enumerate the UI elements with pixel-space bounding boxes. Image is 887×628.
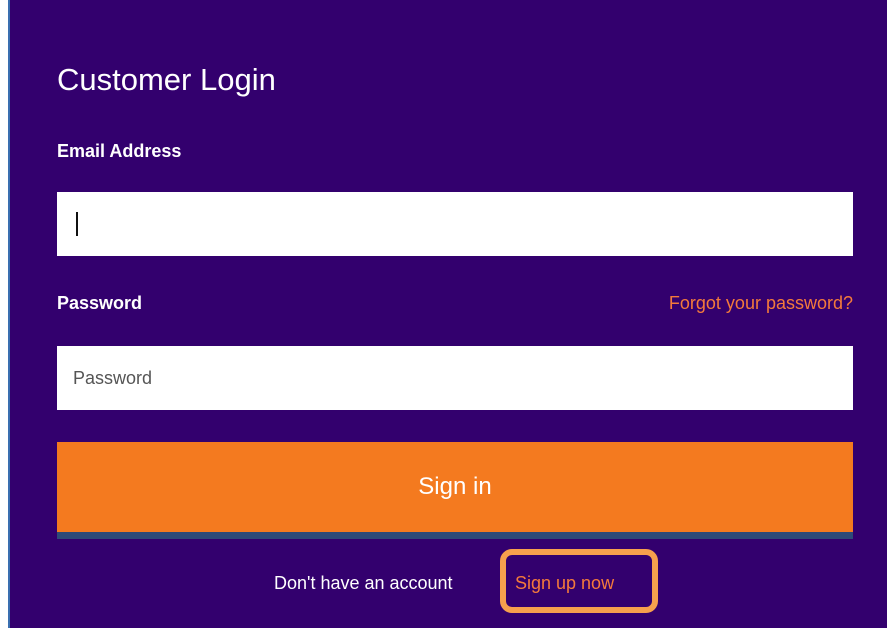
signup-prompt: Don't have an account xyxy=(274,573,453,593)
email-field[interactable] xyxy=(57,192,853,256)
email-label: Email Address xyxy=(57,141,182,161)
sign-in-button[interactable]: Sign in xyxy=(57,442,853,532)
sign-in-button-underline xyxy=(57,532,853,539)
text-cursor xyxy=(76,212,78,236)
sign-up-highlight-box xyxy=(500,549,658,613)
password-label: Password xyxy=(57,293,143,313)
page-title: Customer Login xyxy=(57,62,276,97)
forgot-password-link[interactable]: Forgot your password? xyxy=(669,293,853,314)
password-field[interactable] xyxy=(57,346,853,410)
